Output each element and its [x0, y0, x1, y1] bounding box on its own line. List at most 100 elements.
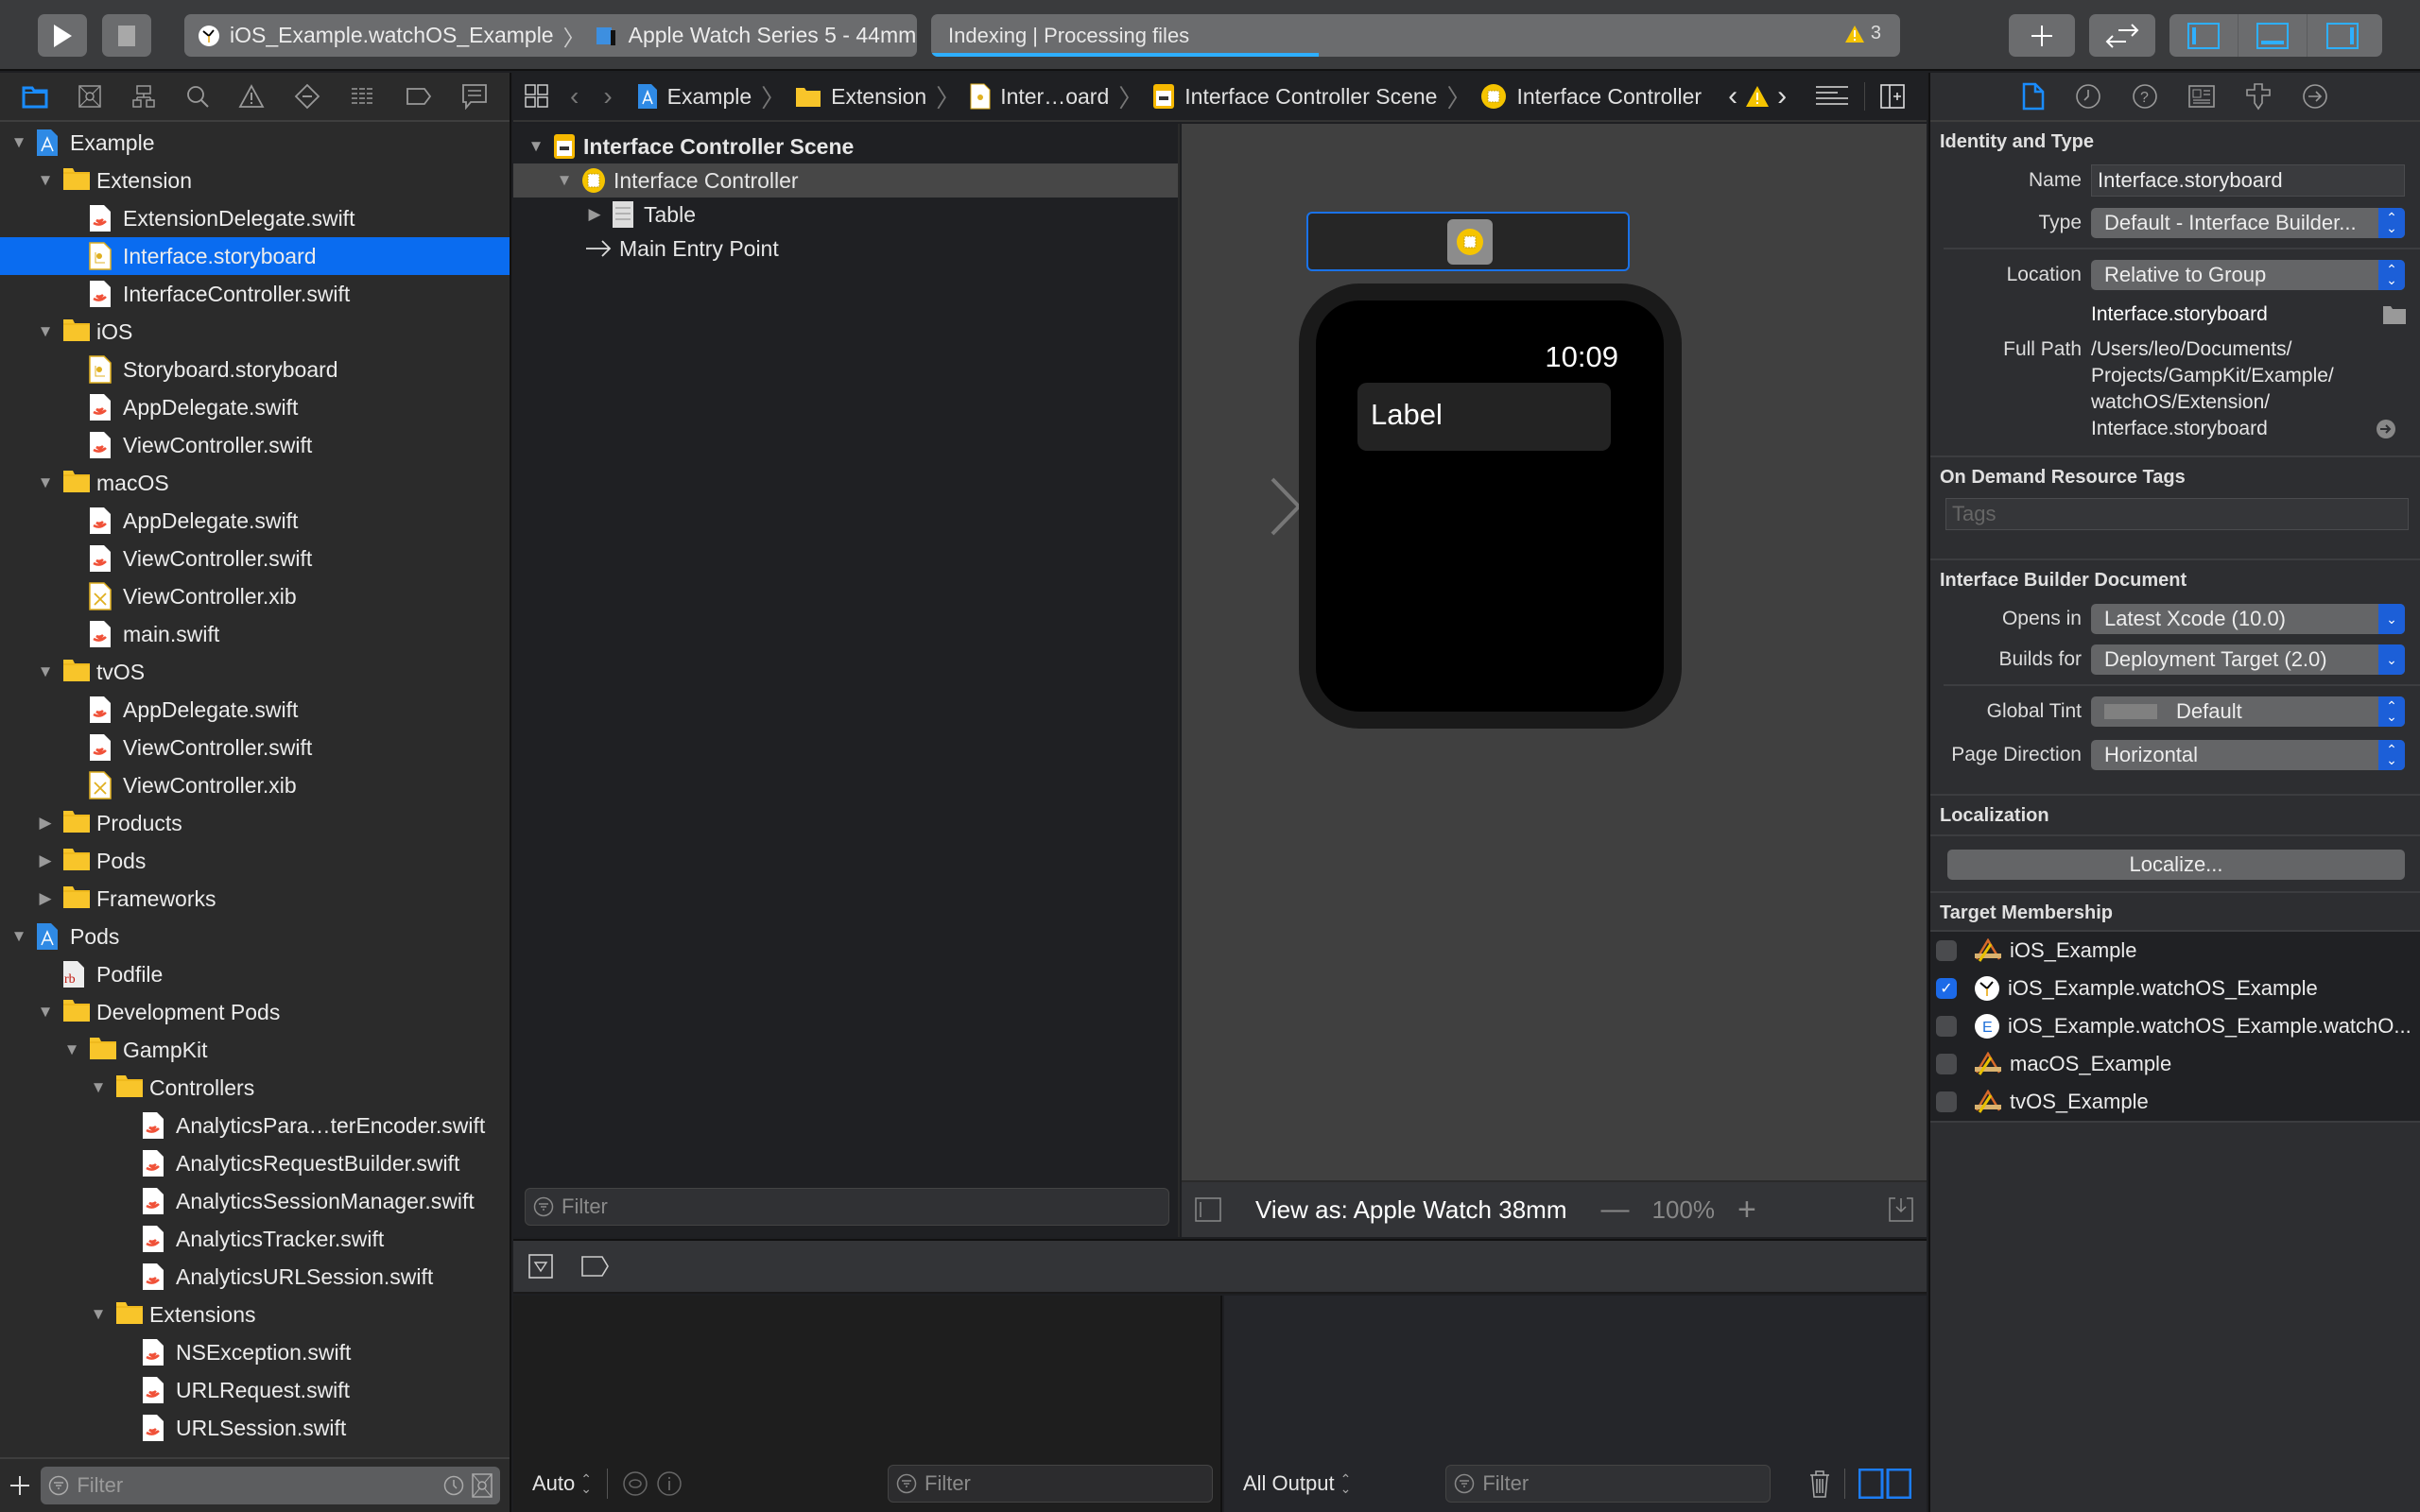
disclosure-closed-icon[interactable]: ▶: [36, 814, 55, 833]
opens-in-popup[interactable]: Latest Xcode (10.0) ⌄: [2091, 604, 2405, 634]
related-items-icon[interactable]: [525, 84, 549, 109]
outline-filter-input[interactable]: Filter: [525, 1188, 1169, 1226]
scene-dock[interactable]: [1306, 212, 1630, 271]
warning-icon[interactable]: [1745, 85, 1770, 108]
scheme-selector[interactable]: iOS_Example.watchOS_Example 〉 Apple Watc…: [184, 14, 917, 57]
tree-group[interactable]: ▶ Products: [0, 804, 510, 842]
symbol-navigator-icon[interactable]: [131, 84, 156, 109]
scope-selector[interactable]: Auto ⌃ ⌄: [532, 1471, 592, 1496]
tree-file[interactable]: URLSession.swift: [0, 1409, 510, 1447]
library-button[interactable]: [2009, 14, 2075, 57]
quick-help-icon[interactable]: ?: [2132, 83, 2158, 110]
target-checkbox[interactable]: ✓: [1936, 978, 1957, 999]
disclosure-open-icon[interactable]: ▼: [527, 137, 545, 156]
disclosure-open-icon[interactable]: ▼: [36, 662, 55, 681]
tree-file[interactable]: ViewController.xib: [0, 766, 510, 804]
navigator-filter-input[interactable]: Filter: [41, 1467, 500, 1504]
back-button[interactable]: ‹: [570, 81, 579, 112]
variables-filter-input[interactable]: Filter: [888, 1465, 1213, 1503]
tree-group[interactable]: ▼ macOS: [0, 464, 510, 502]
interface-builder-canvas[interactable]: 10:09 Label: [1182, 124, 1927, 1180]
tree-group[interactable]: ▶ Frameworks: [0, 880, 510, 918]
disclosure-open-icon[interactable]: ▼: [89, 1078, 108, 1097]
attributes-inspector-icon[interactable]: [2245, 82, 2272, 111]
tree-group[interactable]: ▼ GampKit: [0, 1031, 510, 1069]
console-filter-input[interactable]: Filter: [1445, 1465, 1772, 1503]
quick-look-icon[interactable]: [623, 1471, 648, 1496]
tree-file[interactable]: NSException.swift: [0, 1333, 510, 1371]
tree-file[interactable]: ViewController.swift: [0, 729, 510, 766]
tree-group[interactable]: ▼ Controllers: [0, 1069, 510, 1107]
hide-debug-area-icon[interactable]: [528, 1254, 553, 1279]
outline-scene[interactable]: ▼ Interface Controller Scene: [513, 129, 1178, 163]
tree-file[interactable]: Interface.storyboard: [0, 237, 510, 275]
editor-options-icon[interactable]: [1815, 84, 1849, 109]
disclosure-closed-icon[interactable]: ▶: [36, 889, 55, 908]
split-view-icon[interactable]: [1858, 1469, 1912, 1499]
tree-file[interactable]: URLRequest.swift: [0, 1371, 510, 1409]
breakpoints-toggle-icon[interactable]: [581, 1256, 610, 1277]
output-selector[interactable]: All Output ⌃ ⌄: [1243, 1471, 1351, 1496]
disclosure-open-icon[interactable]: ▼: [36, 1003, 55, 1022]
crumb-controller[interactable]: Interface Controller: [1480, 83, 1702, 110]
disclosure-open-icon[interactable]: ▼: [36, 171, 55, 190]
source-control-icon[interactable]: [78, 84, 102, 109]
toggle-navigator-button[interactable]: [2169, 14, 2238, 57]
trash-icon[interactable]: [1808, 1469, 1831, 1498]
tree-file[interactable]: AnalyticsTracker.swift: [0, 1220, 510, 1258]
add-icon[interactable]: [9, 1475, 29, 1496]
outline-table[interactable]: ▶ Table: [513, 198, 1178, 232]
source-control-filter-icon[interactable]: [472, 1473, 493, 1498]
warning-indicator[interactable]: 3: [1844, 23, 1881, 44]
name-field[interactable]: Interface.storyboard: [2091, 164, 2405, 197]
history-inspector-icon[interactable]: [2075, 83, 2101, 110]
outline-entry-point[interactable]: Main Entry Point: [513, 232, 1178, 266]
label-element[interactable]: Label: [1357, 383, 1611, 451]
disclosure-open-icon[interactable]: ▼: [89, 1305, 108, 1324]
identity-inspector-icon[interactable]: [2188, 85, 2215, 108]
crumb-scene[interactable]: Interface Controller Scene: [1152, 83, 1437, 110]
test-icon[interactable]: [294, 83, 320, 110]
add-editor-icon[interactable]: [1880, 84, 1905, 109]
info-icon[interactable]: [657, 1471, 682, 1496]
file-inspector-icon[interactable]: [2022, 82, 2045, 111]
controller-dock-item[interactable]: [1447, 219, 1493, 265]
tree-group[interactable]: ▼ Extensions: [0, 1296, 510, 1333]
target-checkbox[interactable]: [1936, 940, 1957, 961]
disclosure-closed-icon[interactable]: ▶: [585, 205, 604, 224]
tree-file[interactable]: AppDelegate.swift: [0, 502, 510, 540]
crumb-file[interactable]: Inter…oard: [970, 83, 1109, 110]
target-checkbox[interactable]: [1936, 1016, 1957, 1037]
tree-group[interactable]: ▼ iOS: [0, 313, 510, 351]
disclosure-open-icon[interactable]: ▼: [36, 473, 55, 492]
previous-issue-button[interactable]: ‹: [1728, 80, 1737, 112]
tags-field[interactable]: Tags: [1945, 498, 2409, 530]
code-review-button[interactable]: [2089, 14, 2155, 57]
tree-group[interactable]: ▼ Pods: [0, 918, 510, 955]
crumb-project[interactable]: Example: [637, 83, 752, 110]
breakpoint-icon[interactable]: [406, 87, 432, 106]
tree-file[interactable]: AnalyticsPara…terEncoder.swift: [0, 1107, 510, 1144]
tree-file[interactable]: ViewController.xib: [0, 577, 510, 615]
disclosure-open-icon[interactable]: ▼: [62, 1040, 81, 1059]
next-issue-button[interactable]: ›: [1777, 80, 1787, 112]
issue-icon[interactable]: [238, 84, 265, 109]
tree-group[interactable]: ▶ Pods: [0, 842, 510, 880]
global-tint-popup[interactable]: Default ⌃ ⌄: [2091, 696, 2405, 727]
outline-toggle-icon[interactable]: [1195, 1197, 1221, 1222]
tree-file[interactable]: AnalyticsRequestBuilder.swift: [0, 1144, 510, 1182]
disclosure-open-icon[interactable]: ▼: [9, 927, 28, 946]
debug-icon[interactable]: [350, 86, 376, 107]
reveal-in-finder-icon[interactable]: [2377, 420, 2395, 438]
tree-file[interactable]: AnalyticsURLSession.swift: [0, 1258, 510, 1296]
builds-for-popup[interactable]: Deployment Target (2.0) ⌄: [2091, 644, 2405, 675]
tree-file[interactable]: ExtensionDelegate.swift: [0, 199, 510, 237]
run-button[interactable]: [38, 14, 87, 57]
type-popup[interactable]: Default - Interface Builder... ⌃ ⌄: [2091, 208, 2405, 238]
tree-file[interactable]: ViewController.swift: [0, 426, 510, 464]
find-icon[interactable]: [185, 84, 210, 109]
watch-screen[interactable]: 10:09 Label: [1316, 301, 1664, 712]
tree-file[interactable]: AnalyticsSessionManager.swift: [0, 1182, 510, 1220]
connections-inspector-icon[interactable]: [2302, 83, 2328, 110]
tree-file[interactable]: AppDelegate.swift: [0, 691, 510, 729]
